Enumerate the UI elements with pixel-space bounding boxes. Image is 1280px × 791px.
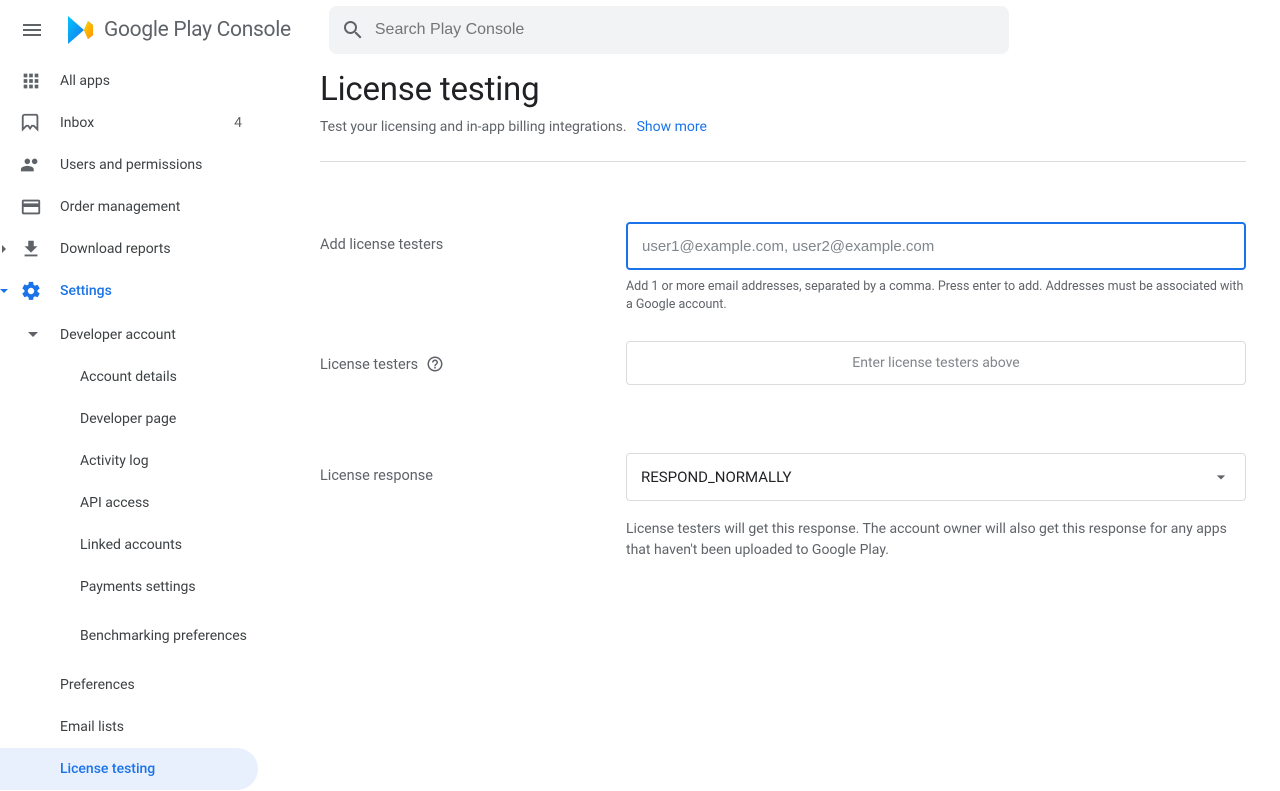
main-menu-button[interactable] bbox=[8, 6, 56, 54]
sidebar: All apps Inbox 4 Users and permissions O… bbox=[0, 60, 262, 791]
add-testers-input[interactable] bbox=[626, 222, 1246, 270]
credit-card-icon bbox=[20, 196, 42, 218]
page-subtitle: Test your licensing and in-app billing i… bbox=[320, 119, 627, 135]
nav-label: All apps bbox=[60, 73, 110, 89]
gear-icon bbox=[20, 280, 42, 302]
add-testers-label: Add license testers bbox=[320, 222, 626, 253]
nav-label: Email lists bbox=[60, 719, 124, 735]
nav-settings[interactable]: Settings bbox=[0, 270, 258, 312]
download-icon bbox=[20, 238, 42, 260]
license-response-desc: License testers will get this response. … bbox=[626, 519, 1246, 561]
nav-label: Developer page bbox=[80, 411, 176, 427]
nav-label: Settings bbox=[60, 283, 112, 299]
collapse-caret-icon bbox=[0, 285, 10, 297]
nav-inbox[interactable]: Inbox 4 bbox=[0, 102, 258, 144]
license-testers-empty: Enter license testers above bbox=[626, 341, 1246, 385]
nav-users-permissions[interactable]: Users and permissions bbox=[0, 144, 258, 186]
nav-label: Benchmarking preferences bbox=[80, 627, 247, 645]
license-response-value: RESPOND_NORMALLY bbox=[641, 468, 791, 486]
nav-preferences[interactable]: Preferences bbox=[0, 664, 258, 706]
nav-linked-accounts[interactable]: Linked accounts bbox=[0, 524, 258, 566]
search-bar[interactable] bbox=[329, 6, 1009, 54]
divider bbox=[320, 161, 1246, 162]
nav-label: Download reports bbox=[60, 241, 171, 257]
hamburger-icon bbox=[20, 18, 44, 42]
expand-caret-icon bbox=[0, 243, 10, 255]
nav-account-details[interactable]: Account details bbox=[0, 356, 258, 398]
nav-label: License testing bbox=[60, 761, 155, 777]
nav-label: Users and permissions bbox=[60, 157, 202, 173]
nav-benchmarking-preferences[interactable]: Benchmarking preferences bbox=[0, 608, 258, 664]
nav-email-lists[interactable]: Email lists bbox=[0, 706, 258, 748]
help-icon[interactable] bbox=[426, 355, 444, 373]
license-testers-label: License testers bbox=[320, 356, 418, 373]
nav-label: Activity log bbox=[80, 453, 149, 469]
nav-label: Developer account bbox=[60, 327, 176, 343]
nav-order-management[interactable]: Order management bbox=[0, 186, 258, 228]
users-icon bbox=[20, 154, 42, 176]
show-more-link[interactable]: Show more bbox=[637, 119, 707, 135]
nav-label: Linked accounts bbox=[80, 537, 182, 553]
nav-payments-settings[interactable]: Payments settings bbox=[0, 566, 258, 608]
search-icon bbox=[341, 18, 365, 42]
nav-api-access[interactable]: API access bbox=[0, 482, 258, 524]
main-content: License testing Test your licensing and … bbox=[320, 70, 1280, 791]
nav-download-reports[interactable]: Download reports bbox=[0, 228, 258, 270]
nav-label: API access bbox=[80, 495, 149, 511]
license-response-label: License response bbox=[320, 453, 626, 484]
play-console-logo[interactable]: Google Play Console bbox=[64, 13, 291, 47]
page-title: License testing bbox=[320, 70, 1246, 109]
collapse-caret-icon bbox=[24, 326, 42, 344]
nav-activity-log[interactable]: Activity log bbox=[0, 440, 258, 482]
apps-grid-icon bbox=[20, 70, 42, 92]
nav-label: Payments settings bbox=[80, 579, 196, 595]
nav-developer-page[interactable]: Developer page bbox=[0, 398, 258, 440]
logo-text: Google Play Console bbox=[104, 18, 291, 42]
add-testers-hint: Add 1 or more email addresses, separated… bbox=[626, 278, 1246, 313]
nav-license-testing[interactable]: License testing bbox=[0, 748, 258, 790]
nav-label: Account details bbox=[80, 369, 177, 385]
inbox-badge: 4 bbox=[234, 115, 242, 131]
nav-label: Preferences bbox=[60, 677, 135, 693]
nav-label: Order management bbox=[60, 199, 180, 215]
nav-all-apps[interactable]: All apps bbox=[0, 60, 258, 102]
play-logo-icon bbox=[64, 13, 98, 47]
nav-label: Inbox bbox=[60, 115, 94, 131]
dropdown-caret-icon bbox=[1211, 467, 1231, 487]
search-input[interactable] bbox=[375, 21, 1001, 39]
nav-developer-account[interactable]: Developer account bbox=[0, 314, 258, 356]
license-response-select[interactable]: RESPOND_NORMALLY bbox=[626, 453, 1246, 501]
inbox-icon bbox=[20, 112, 42, 134]
